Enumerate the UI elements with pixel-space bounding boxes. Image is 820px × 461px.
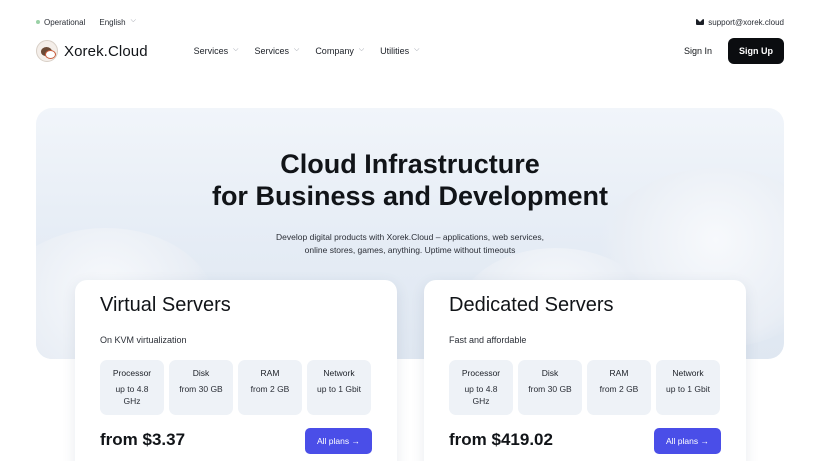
spec-list: Processor up to 4.8 GHz Disk from 30 GB …	[100, 360, 371, 415]
status-indicator[interactable]: Operational	[36, 18, 85, 27]
nav-item-utilities[interactable]: Utilities ⌵	[380, 46, 419, 56]
dedicated-servers-card: Dedicated Servers Fast and affordable Pr…	[424, 280, 746, 461]
spec-ram: RAM from 2 GB	[238, 360, 302, 415]
mail-icon	[696, 19, 705, 25]
main-navigation: Xorek.Cloud Services ⌵ Services ⌵ Compan…	[36, 38, 784, 64]
spec-ram: RAM from 2 GB	[587, 360, 651, 415]
hero-subtitle-line-1: Develop digital products with Xorek.Clou…	[276, 232, 544, 242]
sign-in-link[interactable]: Sign In	[684, 46, 712, 56]
chevron-down-icon: ⌵	[130, 17, 136, 24]
hero-subtitle-line-2: online stores, games, anything. Uptime w…	[304, 245, 516, 255]
chevron-down-icon: ⌵	[294, 46, 300, 53]
language-label: English	[99, 17, 126, 27]
chevron-down-icon: ⌵	[233, 46, 239, 53]
nav-item-label: Services	[254, 46, 289, 56]
hero-title: Cloud Infrastructure for Business and De…	[36, 148, 784, 212]
spec-value: from 30 GB	[528, 384, 572, 394]
nav-item-label: Services	[193, 46, 229, 56]
spec-label: Network	[672, 368, 704, 378]
nav-item-label: Utilities	[380, 46, 410, 56]
card-price: from $3.37	[100, 430, 186, 449]
logo-text: Xorek.Cloud	[64, 42, 148, 60]
spec-value: from 2 GB	[599, 384, 639, 394]
spec-label: Processor	[112, 368, 152, 378]
spec-label: Processor	[461, 368, 501, 378]
spec-list: Processor up to 4.8 GHz Disk from 30 GB …	[449, 360, 720, 415]
nav-item-services[interactable]: Services ⌵	[194, 46, 239, 56]
support-email: support@xorek.cloud	[708, 17, 784, 27]
spec-label: Disk	[192, 368, 210, 378]
spec-value: up to 4.8 GHz	[464, 384, 498, 406]
hero-subtitle: Develop digital products with Xorek.Clou…	[36, 231, 784, 257]
hero-title-line-2: for Business and Development	[211, 181, 609, 211]
spec-label: Disk	[541, 368, 559, 378]
status-label: Operational	[44, 17, 86, 27]
chevron-down-icon: ⌵	[414, 46, 420, 53]
spec-network: Network up to 1 Gbit	[307, 360, 371, 415]
logo-link[interactable]: Xorek.Cloud	[36, 40, 148, 62]
spec-label: RAM	[609, 368, 629, 378]
all-plans-button[interactable]: All plans →	[654, 428, 721, 454]
nav-item-label: Company	[315, 46, 354, 56]
all-plans-button[interactable]: All plans →	[305, 428, 372, 454]
status-dot-icon	[36, 20, 40, 24]
nav-menu: Services ⌵ Services ⌵ Company ⌵ Utilitie…	[194, 46, 420, 56]
spec-network: Network up to 1 Gbit	[656, 360, 720, 415]
logo-icon	[36, 40, 58, 62]
spec-processor: Processor up to 4.8 GHz	[100, 360, 164, 415]
card-title: Virtual Servers	[100, 294, 231, 316]
spec-disk: Disk from 30 GB	[169, 360, 233, 415]
card-title: Dedicated Servers	[449, 294, 614, 316]
card-subtitle: On KVM virtualization	[100, 335, 187, 345]
spec-label: Network	[323, 368, 355, 378]
spec-value: up to 1 Gbit	[317, 384, 361, 394]
spec-disk: Disk from 30 GB	[518, 360, 582, 415]
spec-value: from 2 GB	[250, 384, 290, 394]
spec-label: RAM	[260, 368, 280, 378]
nav-item-company[interactable]: Company ⌵	[315, 46, 364, 56]
sign-up-button[interactable]: Sign Up	[728, 38, 784, 64]
support-email-link[interactable]: support@xorek.cloud	[696, 18, 784, 27]
spec-value: from 30 GB	[179, 384, 223, 394]
nav-item-services-2[interactable]: Services ⌵	[254, 46, 299, 56]
virtual-servers-card: Virtual Servers On KVM virtualization Pr…	[75, 280, 397, 461]
top-utility-bar: Operational English ⌵ support@xorek.clou…	[36, 14, 784, 30]
card-subtitle: Fast and affordable	[449, 335, 527, 345]
card-price: from $419.02	[449, 430, 553, 449]
spec-processor: Processor up to 4.8 GHz	[449, 360, 513, 415]
auth-actions: Sign In Sign Up	[684, 38, 784, 64]
spec-value: up to 4.8 GHz	[115, 384, 149, 406]
language-selector[interactable]: English ⌵	[99, 17, 136, 27]
chevron-down-icon: ⌵	[358, 46, 365, 53]
spec-value: up to 1 Gbit	[666, 384, 710, 394]
hero-title-line-1: Cloud Infrastructure	[280, 149, 540, 179]
